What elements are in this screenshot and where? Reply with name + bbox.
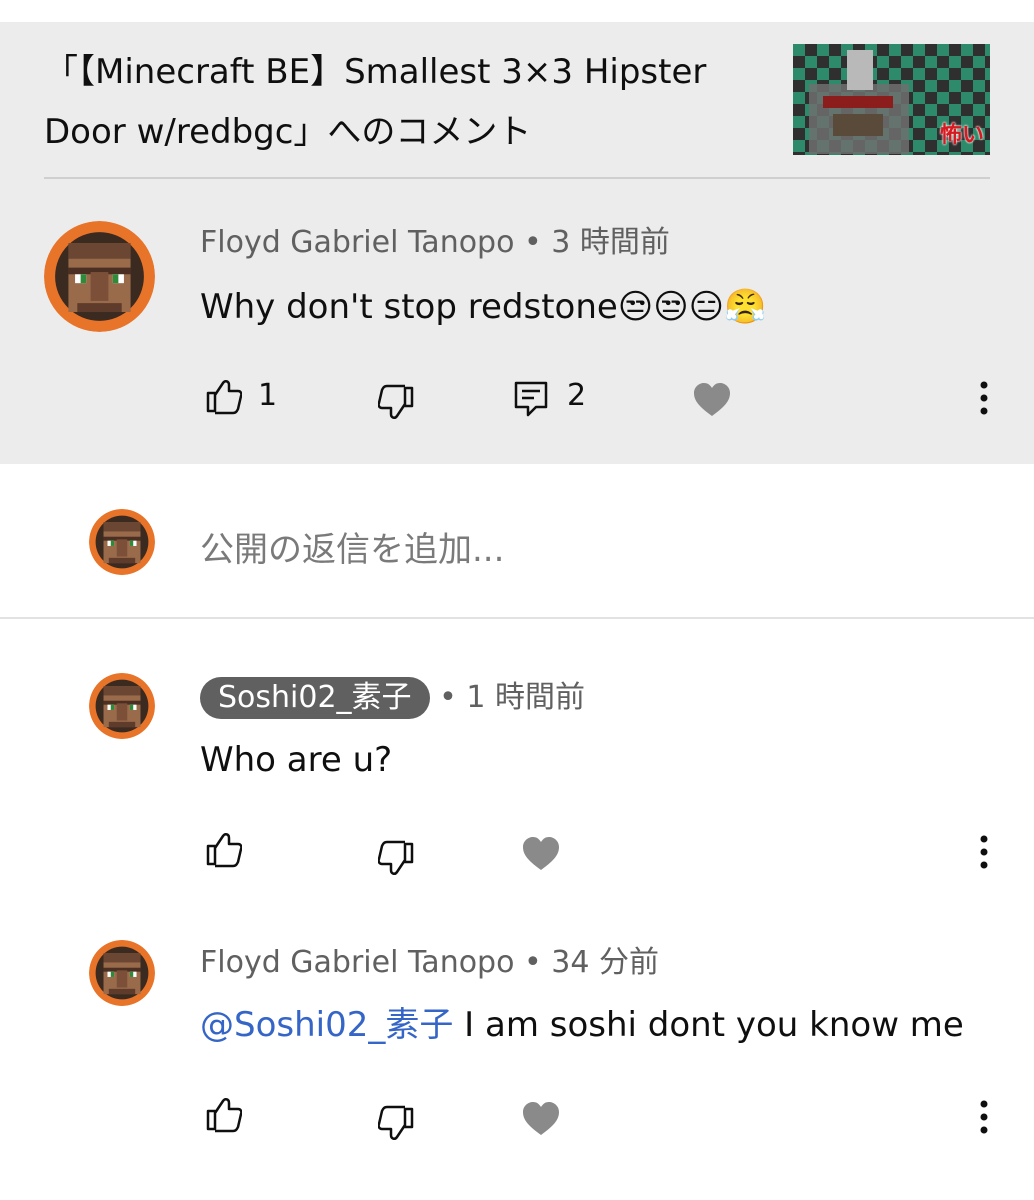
more-options-button[interactable]: [980, 381, 988, 415]
reply-text: @Soshi02_素子 I am soshi dont you know me: [200, 1003, 964, 1047]
reply-divider: [0, 617, 1034, 619]
thumbs-down-icon: [378, 1105, 414, 1140]
mention-link[interactable]: @Soshi02_素子: [200, 1005, 453, 1045]
creator-heart-button[interactable]: [692, 380, 732, 420]
thumbs-up-icon: [206, 833, 242, 868]
thumbs-down-icon: [378, 840, 414, 875]
avatar[interactable]: [89, 940, 155, 1006]
more-vert-icon: [980, 835, 988, 869]
comment-body: Why don't stop redstone: [200, 287, 618, 327]
reply-time: • 1 時間前: [439, 680, 585, 715]
thumbs-up-icon: [206, 380, 242, 415]
thumbs-up-icon: [206, 1098, 242, 1133]
avatar[interactable]: [89, 673, 155, 739]
comment-time: • 3 時間前: [524, 225, 670, 260]
more-vert-icon: [980, 381, 988, 415]
thumbnail-label: 怖い: [939, 123, 984, 148]
comment-reply-icon: [514, 381, 548, 417]
add-reply-input[interactable]: 公開の返信を追加...: [200, 522, 504, 571]
video-thumbnail[interactable]: 怖い: [793, 44, 990, 155]
creator-heart-button[interactable]: [521, 834, 561, 874]
more-options-button[interactable]: [980, 835, 988, 869]
heart-icon: [523, 837, 559, 870]
like-button[interactable]: [202, 830, 242, 870]
creator-heart-button[interactable]: [521, 1099, 561, 1139]
avatar[interactable]: [44, 221, 155, 332]
header-divider: [44, 177, 990, 179]
reply-time: • 34 分前: [524, 945, 659, 980]
reply-meta: Floyd Gabriel Tanopo • 34 分前: [200, 943, 659, 983]
my-avatar: [89, 509, 155, 575]
dislike-button[interactable]: [378, 838, 418, 878]
reply-button[interactable]: [513, 380, 549, 418]
video-title: 「【Minecraft BE】Smallest 3×3 Hipster Door…: [44, 52, 707, 152]
like-button[interactable]: [202, 377, 242, 417]
reply-body: I am soshi dont you know me: [464, 1005, 964, 1045]
heart-icon: [694, 383, 730, 416]
dislike-button[interactable]: [378, 1103, 418, 1143]
comment-emojis: 😒😒😑😤: [617, 287, 767, 327]
reply-text: Who are u?: [200, 740, 393, 780]
like-count: 1: [258, 378, 278, 413]
reply-meta: Soshi02_素子 • 1 時間前: [200, 677, 585, 719]
dislike-button[interactable]: [378, 382, 418, 422]
more-options-button[interactable]: [980, 1100, 988, 1134]
comment-text: Why don't stop redstone😒😒😑😤: [200, 285, 766, 329]
heart-icon: [523, 1102, 559, 1135]
more-vert-icon: [980, 1100, 988, 1134]
reply-author-chip[interactable]: Soshi02_素子: [200, 677, 430, 719]
reply-author[interactable]: Floyd Gabriel Tanopo: [200, 945, 514, 980]
comment-author[interactable]: Floyd Gabriel Tanopo: [200, 225, 514, 260]
comment-meta: Floyd Gabriel Tanopo • 3 時間前: [200, 223, 670, 263]
reply-count: 2: [567, 378, 587, 413]
like-button[interactable]: [202, 1095, 242, 1135]
thumbs-down-icon: [378, 384, 414, 419]
